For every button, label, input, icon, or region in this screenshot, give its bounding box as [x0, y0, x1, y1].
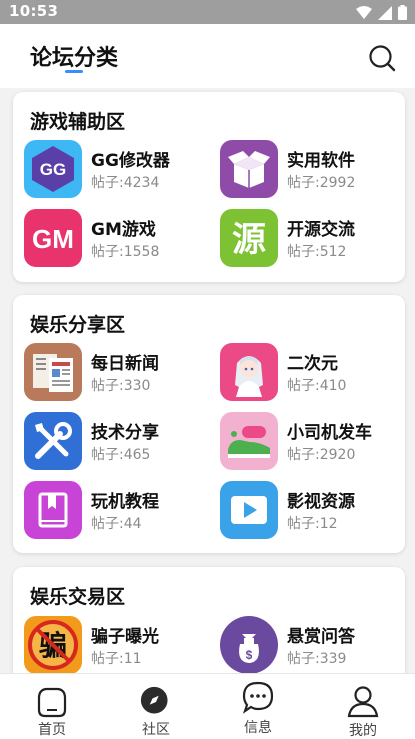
box-icon — [220, 140, 278, 198]
tab-messages[interactable]: 信息 — [218, 674, 298, 739]
gm-games-icon: GM — [24, 209, 82, 267]
page-title: 论坛分类 — [30, 46, 119, 71]
open-source-icon: 源 — [220, 209, 278, 267]
tab-community[interactable]: 社区 — [116, 674, 196, 739]
forum-item-name: 骗子曝光 — [91, 627, 159, 647]
gm-icon-text: GM — [32, 224, 74, 254]
tools-icon — [24, 412, 82, 470]
forum-item-count: 帖子:4234 — [91, 175, 160, 191]
forum-item-scam-exposure[interactable]: 骗 骗子曝光 帖子:11 — [24, 616, 214, 676]
tab-label: 我的 — [349, 723, 377, 739]
status-bar: 10:53 — [0, 0, 415, 24]
search-icon[interactable] — [368, 44, 396, 72]
chat-bubble-icon — [242, 681, 274, 714]
bottom-tab-bar: 首页 社区 信息 我的 — [0, 673, 415, 739]
tab-home[interactable]: 首页 — [12, 674, 92, 739]
money-bag-icon: $ — [220, 616, 278, 674]
forum-item-daily-news[interactable]: 每日新闻 帖子:330 — [24, 343, 214, 403]
gg-modifier-icon: GG — [24, 140, 82, 198]
section-title: 娱乐分享区 — [30, 314, 126, 336]
forum-item-count: 帖子:339 — [287, 651, 347, 667]
section-title: 娱乐交易区 — [30, 586, 126, 608]
status-time: 10:53 — [9, 2, 59, 20]
forum-item-name: GG修改器 — [91, 151, 170, 171]
forum-item-count: 帖子:512 — [287, 244, 347, 260]
wifi-icon — [356, 6, 372, 19]
forum-item-name: 实用软件 — [287, 151, 355, 171]
forum-item-phone-tutorial[interactable]: 玩机教程 帖子:44 — [24, 481, 214, 541]
forum-item-name: 悬赏问答 — [287, 627, 355, 647]
section-card-entertainment-share: 娱乐分享区 每日新闻 帖子:330 二次元 帖子:410 技术分享 帖子:465… — [13, 295, 405, 553]
compass-icon — [140, 686, 168, 714]
battery-icon — [398, 5, 407, 20]
page-header: 论坛分类 — [0, 24, 415, 88]
forum-item-tech-share[interactable]: 技术分享 帖子:465 — [24, 412, 214, 472]
signal-icon — [378, 5, 392, 20]
forum-item-open-source[interactable]: 源 开源交流 帖子:512 — [220, 209, 405, 269]
forum-item-gm-games[interactable]: GM GM游戏 帖子:1558 — [24, 209, 214, 269]
tab-mine[interactable]: 我的 — [323, 674, 403, 739]
forum-item-name: 开源交流 — [287, 220, 355, 240]
forum-item-video-resources[interactable]: 影视资源 帖子:12 — [220, 481, 405, 541]
forum-item-name: 每日新闻 — [91, 354, 159, 374]
forum-item-count: 帖子:44 — [91, 516, 142, 532]
anime-girl-icon — [220, 343, 278, 401]
section-title: 游戏辅助区 — [30, 111, 126, 133]
scam-warning-icon: 骗 — [24, 616, 82, 674]
user-icon — [347, 686, 379, 718]
forum-item-count: 帖子:330 — [91, 378, 151, 394]
forum-item-count: 帖子:410 — [287, 378, 347, 394]
forum-item-bounty-qa[interactable]: $ 悬赏问答 帖子:339 — [220, 616, 405, 676]
gg-icon-text: GG — [40, 160, 66, 179]
forum-item-count: 帖子:11 — [91, 651, 142, 667]
forum-item-count: 帖子:1558 — [91, 244, 160, 260]
svg-text:$: $ — [246, 648, 253, 662]
source-icon-text: 源 — [232, 220, 266, 260]
forum-item-count: 帖子:2992 — [287, 175, 356, 191]
tab-label: 社区 — [142, 722, 170, 738]
home-icon — [37, 687, 67, 718]
forum-item-name: 影视资源 — [287, 492, 355, 512]
forum-item-anime[interactable]: 二次元 帖子:410 — [220, 343, 405, 403]
tab-label: 首页 — [38, 722, 66, 738]
forum-item-name: 玩机教程 — [91, 492, 159, 512]
forum-item-name: GM游戏 — [91, 220, 156, 240]
forum-item-gg-modifier[interactable]: GG GG修改器 帖子:4234 — [24, 140, 214, 200]
forum-item-count: 帖子:465 — [91, 447, 151, 463]
newspaper-icon — [24, 343, 82, 401]
forum-item-utility-software[interactable]: 实用软件 帖子:2992 — [220, 140, 405, 200]
bookmark-book-icon — [24, 481, 82, 539]
play-video-icon — [220, 481, 278, 539]
tab-label: 信息 — [244, 720, 272, 736]
forum-item-name: 二次元 — [287, 354, 338, 374]
section-card-game-assist: 游戏辅助区 GG GG修改器 帖子:4234 实用软件 帖子:2992 GM G… — [13, 92, 405, 282]
forum-item-count: 帖子:2920 — [287, 447, 356, 463]
sneaker-icon — [220, 412, 278, 470]
forum-item-name: 小司机发车 — [287, 423, 372, 443]
forum-item-driver[interactable]: 小司机发车 帖子:2920 — [220, 412, 405, 472]
forum-item-count: 帖子:12 — [287, 516, 338, 532]
forum-item-name: 技术分享 — [91, 423, 159, 443]
title-underline — [65, 70, 83, 73]
